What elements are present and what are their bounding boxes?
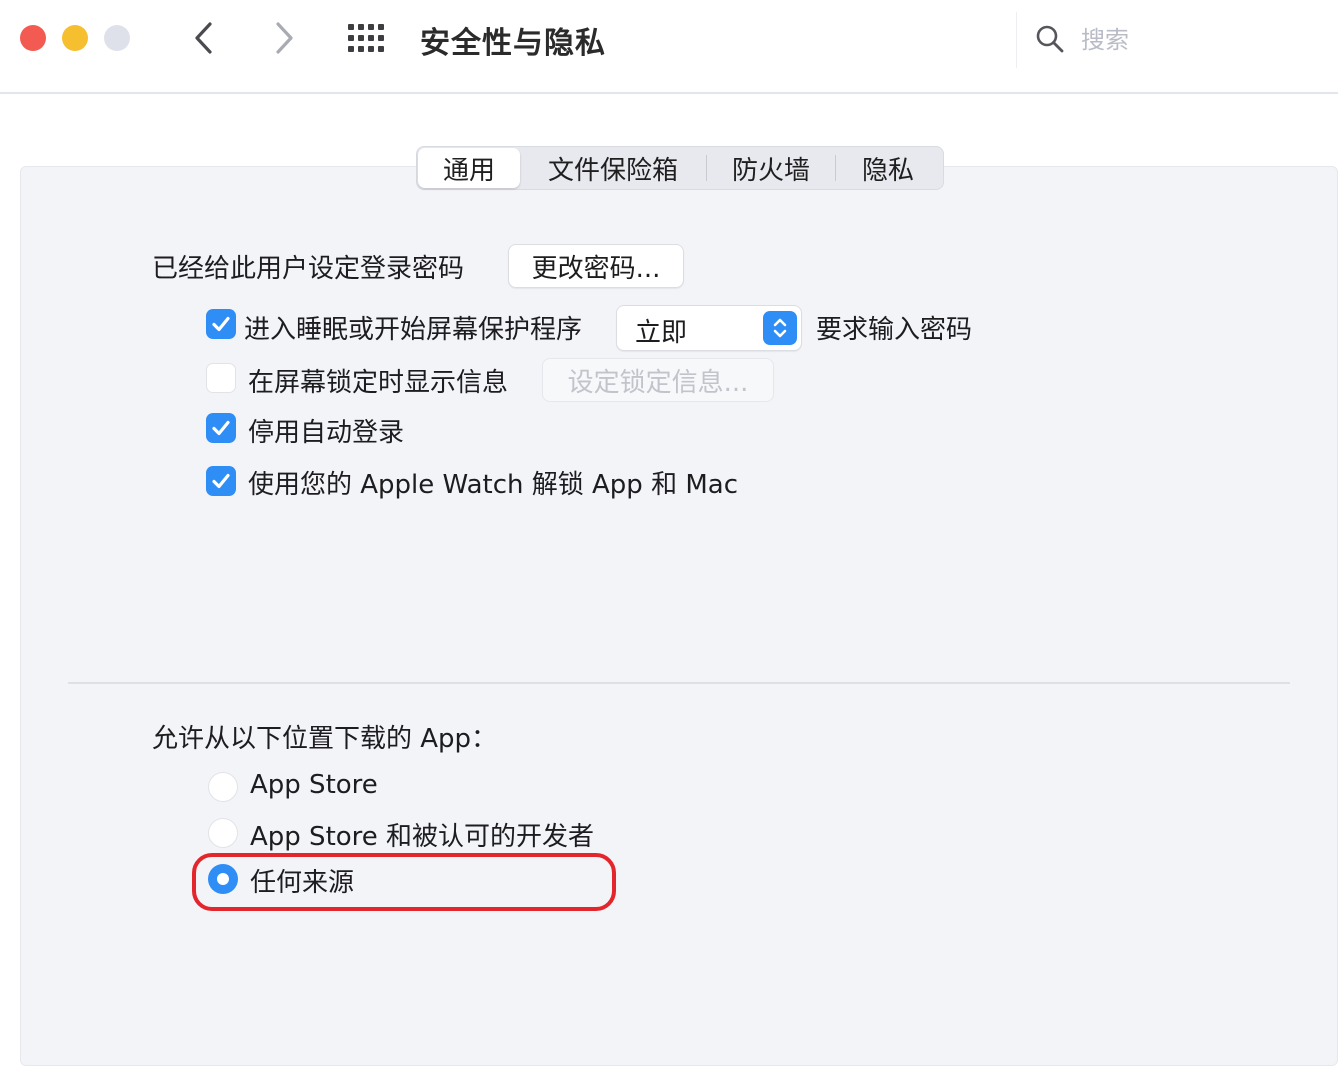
section-divider: [68, 682, 1290, 684]
close-window-button[interactable]: [20, 25, 46, 51]
search-input[interactable]: [1079, 22, 1319, 58]
apple-watch-unlock-checkbox[interactable]: [206, 466, 236, 496]
minimize-window-button[interactable]: [62, 25, 88, 51]
updown-chevron-icon: [773, 318, 787, 338]
chevron-right-icon: [276, 22, 293, 54]
disable-auto-login-checkbox[interactable]: [206, 413, 236, 443]
radio-anywhere[interactable]: [208, 864, 238, 894]
search-field[interactable]: [1016, 12, 1338, 68]
tab-label: 隐私: [861, 155, 914, 186]
disable-auto-login-label: 停用自动登录: [248, 418, 405, 448]
show-all-button[interactable]: [346, 22, 390, 54]
select-stepper: [763, 311, 797, 345]
grid-icon: [348, 24, 384, 52]
back-button[interactable]: [186, 18, 222, 58]
apple-watch-unlock-label: 使用您的 Apple Watch 解锁 App 和 Mac: [248, 470, 739, 500]
radio-anywhere-label: 任何来源: [250, 868, 355, 898]
window-title: 安全性与隐私: [420, 26, 606, 61]
checkmark-icon: [212, 316, 230, 332]
select-value: 立即: [635, 318, 688, 348]
tab-label: 防火墙: [731, 155, 810, 186]
radio-app-store-identified-developers[interactable]: [208, 818, 238, 848]
require-password-suffix: 要求输入密码: [816, 315, 973, 345]
require-password-delay-select[interactable]: 立即: [616, 305, 802, 351]
checkmark-icon: [212, 420, 230, 436]
require-password-label: 进入睡眠或开始屏幕保护程序: [244, 315, 583, 345]
radio-app-store[interactable]: [208, 772, 238, 802]
forward-button[interactable]: [266, 18, 302, 58]
radio-app-store-label: App Store: [250, 770, 378, 800]
radio-app-store-identified-developers-label: App Store 和被认可的开发者: [250, 822, 595, 852]
zoom-window-button[interactable]: [104, 25, 130, 51]
tab-privacy[interactable]: 隐私: [836, 148, 940, 188]
show-lock-message-label: 在屏幕锁定时显示信息: [248, 368, 509, 398]
set-lock-message-button[interactable]: 设定锁定信息...: [542, 358, 774, 402]
chevron-left-icon: [195, 22, 212, 54]
title-bar: 安全性与隐私: [0, 0, 1338, 94]
require-password-checkbox[interactable]: [206, 309, 236, 339]
show-lock-message-checkbox[interactable]: [206, 363, 236, 393]
tab-filevault[interactable]: 文件保险箱: [520, 148, 706, 188]
tab-label: 文件保险箱: [547, 155, 678, 186]
tab-bar: 通用 文件保险箱 防火墙 隐私: [416, 146, 944, 190]
general-panel: [20, 166, 1338, 1066]
password-set-label: 已经给此用户设定登录密码: [152, 254, 465, 284]
allow-downloads-heading: 允许从以下位置下载的 App：: [152, 724, 498, 754]
tab-firewall[interactable]: 防火墙: [707, 148, 835, 188]
checkmark-icon: [212, 473, 230, 489]
tab-general[interactable]: 通用: [418, 148, 520, 188]
change-password-button[interactable]: 更改密码...: [508, 244, 684, 288]
tab-label: 通用: [442, 155, 495, 186]
search-icon: [1036, 25, 1064, 53]
radio-dot: [217, 873, 229, 885]
